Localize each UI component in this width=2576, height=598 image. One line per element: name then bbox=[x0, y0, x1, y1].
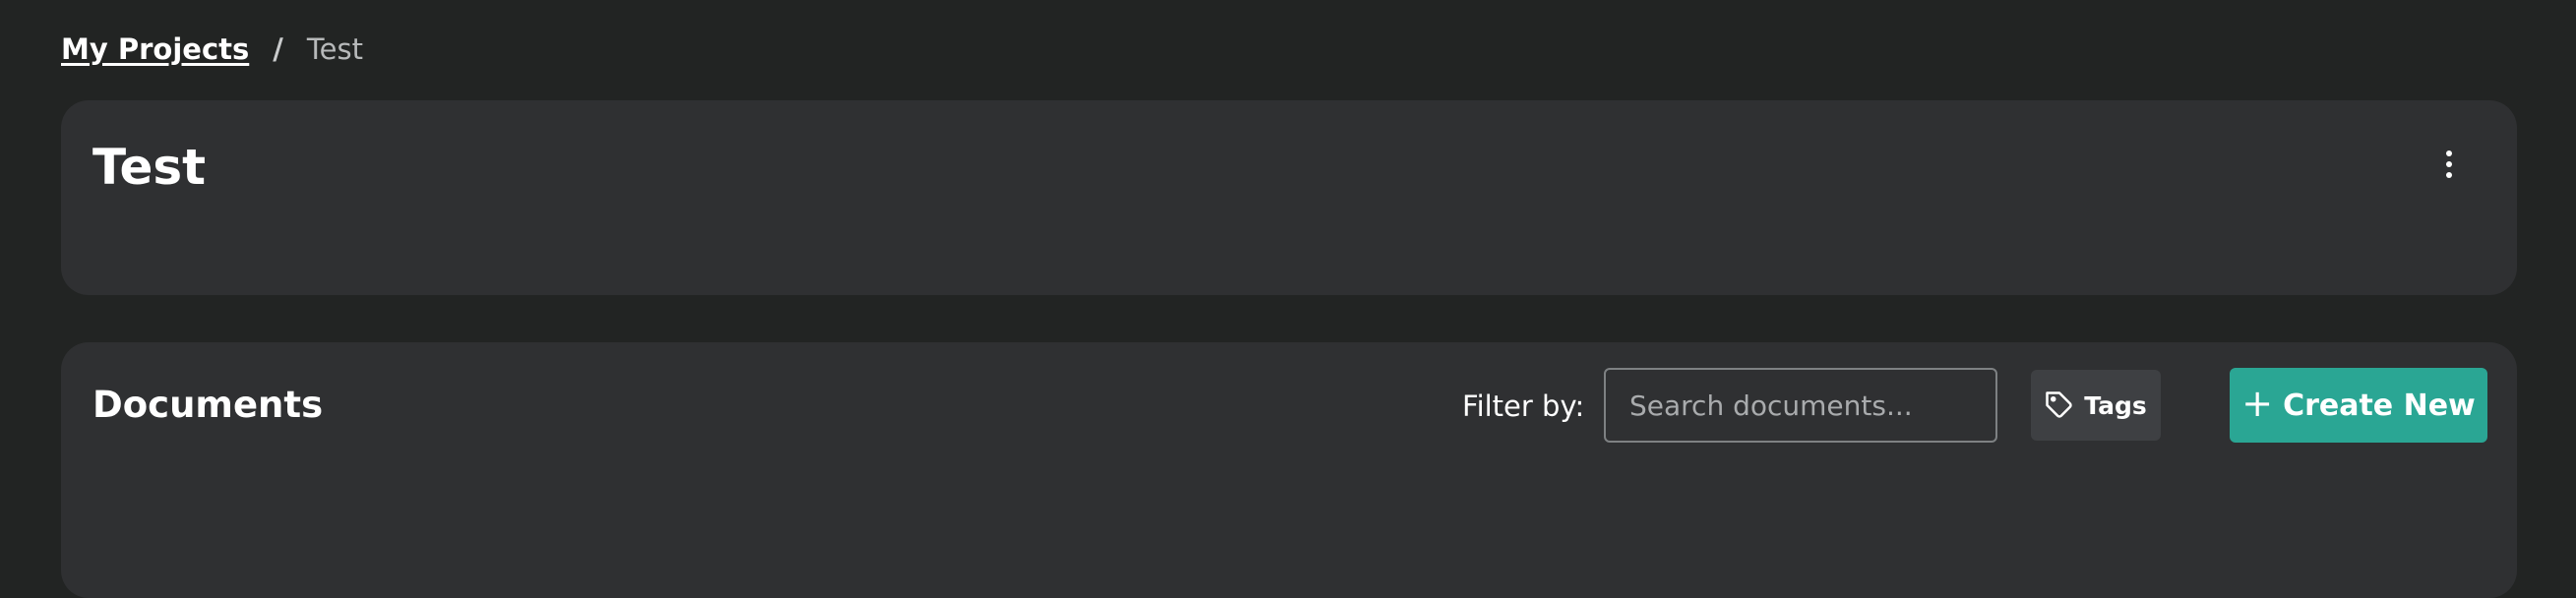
documents-card: Documents Filter by: Tags + Create New bbox=[61, 342, 2517, 598]
breadcrumb-separator: / bbox=[273, 32, 283, 66]
more-options-button[interactable] bbox=[2424, 140, 2474, 189]
breadcrumb: My Projects / Test bbox=[61, 28, 363, 71]
project-title: Test bbox=[92, 139, 207, 196]
plus-icon: + bbox=[2241, 382, 2274, 425]
search-documents-input[interactable] bbox=[1604, 368, 1997, 443]
breadcrumb-my-projects-link[interactable]: My Projects bbox=[61, 32, 249, 66]
tags-filter-button[interactable]: Tags bbox=[2031, 370, 2161, 441]
breadcrumb-current-page: Test bbox=[306, 32, 363, 66]
tags-button-label: Tags bbox=[2084, 390, 2147, 420]
documents-title: Documents bbox=[92, 384, 324, 426]
create-new-label: Create New bbox=[2283, 388, 2476, 423]
project-header-card: Test bbox=[61, 100, 2517, 295]
more-vertical-icon bbox=[2446, 150, 2452, 156]
tag-icon bbox=[2046, 391, 2072, 418]
filter-label: Filter by: bbox=[1462, 389, 1585, 423]
create-new-button[interactable]: + Create New bbox=[2230, 368, 2487, 443]
